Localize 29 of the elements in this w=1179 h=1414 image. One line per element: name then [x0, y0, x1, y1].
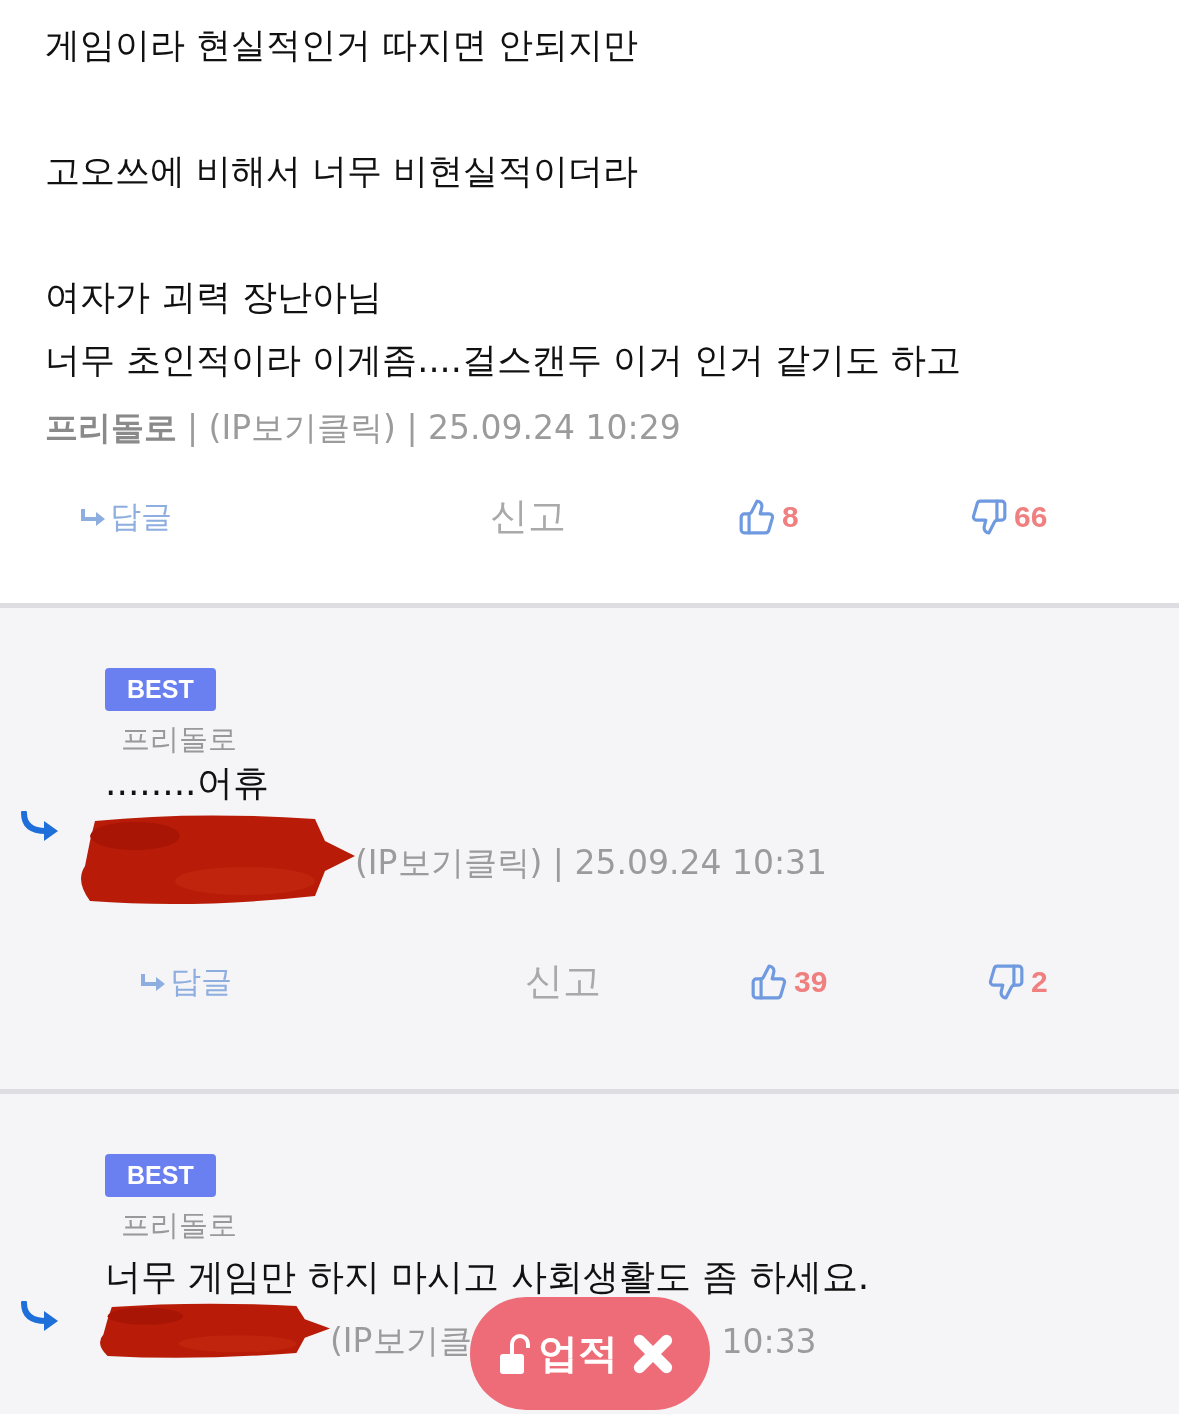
unlock-icon — [500, 1331, 530, 1376]
comment-text: 고오쓰에 비해서 너무 비현실적이더라 — [45, 150, 640, 193]
comment-text: 너무 게임만 하지 마시고 사회생활도 좀 하세요. — [105, 1255, 871, 1299]
comment-meta: | (IP보기클릭) | 25.09.24 10:29 — [187, 407, 681, 449]
comment-meta: 10:33 — [721, 1322, 817, 1361]
comment-text: ........어휴 — [105, 761, 270, 805]
achievement-button[interactable]: 업적 — [470, 1297, 710, 1410]
thumbs-down-icon — [970, 497, 1008, 536]
report-link[interactable]: 신고 — [525, 956, 750, 1007]
comment-meta: (IP보기클 — [330, 1320, 472, 1362]
like-button[interactable]: 8 — [738, 497, 970, 536]
best-badge: BEST — [105, 668, 216, 711]
reply-link[interactable]: 답글 — [80, 495, 490, 538]
nickname: 프리돌로 — [121, 721, 238, 757]
thumbs-up-icon — [750, 962, 788, 1001]
best-badge: BEST — [105, 1154, 216, 1197]
like-button[interactable]: 39 — [750, 962, 987, 1001]
thumbs-down-icon — [987, 962, 1025, 1001]
comment-text: 여자가 괴력 장난아님 — [45, 276, 384, 319]
comment-text: 너무 초인적이라 이게좀....걸스캔두 이거 인거 같기도 하고 — [45, 339, 963, 382]
author-name[interactable]: 프리돌로 — [45, 406, 177, 451]
report-link[interactable]: 신고 — [490, 491, 738, 542]
comment-meta: (IP보기클릭) | 25.09.24 10:31 — [355, 842, 828, 884]
reply-link[interactable]: 답글 — [140, 960, 525, 1003]
dislike-button[interactable]: 2 — [987, 962, 1179, 1001]
comment-text: 게임이라 현실적인거 따지면 안되지만 — [45, 24, 640, 67]
thumbs-up-icon — [738, 497, 776, 536]
nickname: 프리돌로 — [121, 1207, 238, 1243]
dislike-button[interactable]: 66 — [970, 497, 1179, 536]
